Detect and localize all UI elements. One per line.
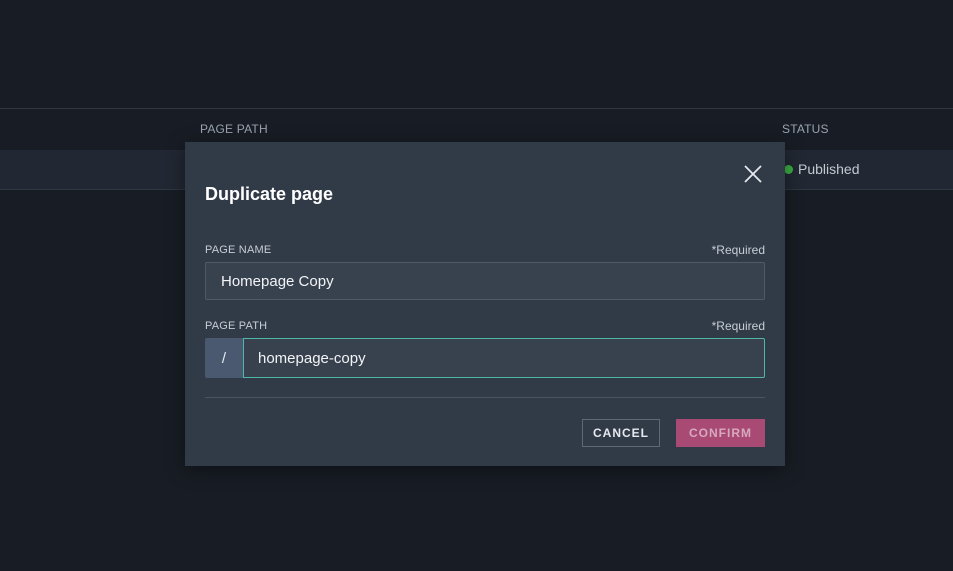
dialog-title: Duplicate page	[205, 184, 334, 204]
confirm-button[interactable]: CONFIRM	[676, 419, 765, 447]
status-dot-icon	[784, 164, 793, 174]
duplicate-page-dialog: Duplicate page PAGE NAME *Required Homep…	[185, 142, 785, 466]
page-name-label: PAGE NAME	[205, 244, 272, 256]
column-header-status[interactable]: STATUS	[782, 122, 829, 136]
page-path-field: / homepage-copy	[205, 338, 765, 378]
path-prefix: /	[205, 338, 243, 378]
page-path-required-note: *Required	[711, 319, 765, 333]
page-name-input[interactable]: Homepage Copy	[205, 262, 765, 300]
page-path-label: PAGE PATH	[205, 320, 268, 332]
column-header-page-path[interactable]: PAGE PATH	[200, 122, 268, 136]
close-icon[interactable]	[743, 164, 763, 184]
page-name-required-note: *Required	[711, 243, 765, 257]
page-path-input[interactable]: homepage-copy	[243, 338, 765, 378]
cancel-button[interactable]: CANCEL	[582, 419, 660, 447]
status-badge: Published	[784, 161, 860, 177]
status-label: Published	[798, 161, 860, 177]
divider	[205, 397, 765, 398]
